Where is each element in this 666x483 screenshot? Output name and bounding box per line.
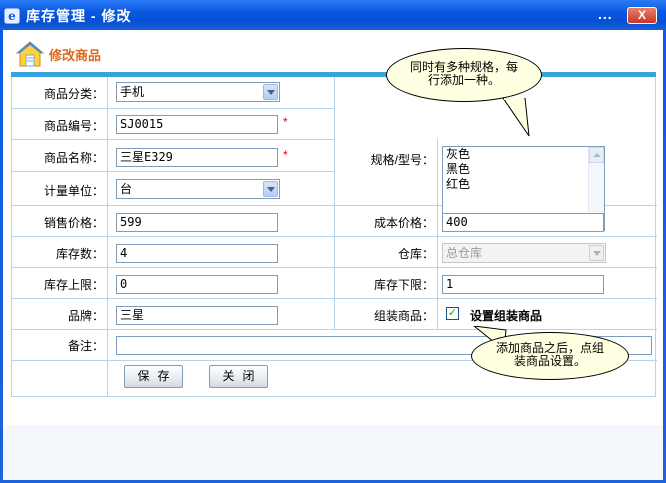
stock-label: 库存数： — [55, 247, 104, 261]
close-button[interactable]: 关闭 — [209, 365, 268, 388]
bundle-checkbox-label[interactable]: 设置组装商品 — [470, 307, 542, 324]
cost-price-label: 成本价格： — [373, 216, 434, 230]
category-select-value: 手机 — [120, 85, 145, 99]
spec-hint-tooltip: 同时有多种规格，每 行添加一种。 — [386, 48, 542, 102]
stock-max-input[interactable]: 0 — [116, 275, 278, 294]
remark-label: 备注： — [67, 339, 104, 353]
bundle-hint-tooltip: 添加商品之后，点组 装商品设置。 — [471, 332, 629, 380]
spec-label: 规格/型号： — [370, 153, 434, 167]
unit-label: 计量单位： — [43, 184, 104, 198]
window: e 库存管理 - 修改 ... X 修改商品 商品分类： 手机 商品编号： SJ… — [0, 0, 666, 483]
name-input[interactable]: 三星E329 — [116, 148, 278, 167]
stock-min-label: 库存下限： — [373, 278, 434, 292]
brand-label: 品牌： — [67, 309, 104, 323]
save-button[interactable]: 保存 — [124, 365, 183, 388]
category-select[interactable]: 手机 — [116, 82, 280, 102]
section-title: 修改商品 — [49, 48, 102, 63]
sale-price-input[interactable]: 599 — [116, 213, 278, 232]
sale-price-label: 销售价格： — [43, 216, 104, 230]
code-label: 商品编号： — [43, 119, 104, 133]
unit-select[interactable]: 台 — [116, 179, 280, 199]
stock-max-label: 库存上限： — [43, 278, 104, 292]
unit-select-value: 台 — [120, 182, 133, 196]
cost-price-input[interactable]: 400 — [442, 213, 604, 232]
required-marker: * — [283, 148, 288, 162]
brand-input[interactable]: 三星 — [116, 306, 278, 325]
stock-min-input[interactable]: 1 — [442, 275, 604, 294]
window-title: 库存管理 - 修改 — [26, 8, 132, 24]
chevron-down-icon[interactable] — [263, 84, 278, 100]
code-input[interactable]: SJ0015 — [116, 115, 278, 134]
chevron-down-icon — [589, 245, 604, 261]
tooltip-line: 行添加一种。 — [427, 73, 500, 87]
tooltip-tail — [502, 98, 530, 137]
stock-input[interactable]: 4 — [116, 244, 278, 263]
close-window-button[interactable]: X — [627, 7, 657, 24]
scroll-up-icon[interactable] — [589, 147, 604, 163]
e-icon: e — [4, 8, 20, 24]
chevron-down-icon[interactable] — [263, 181, 278, 197]
list-item: 灰色 — [446, 147, 471, 161]
title-bar[interactable]: e 库存管理 - 修改 ... X — [0, 0, 666, 30]
tooltip-line: 装商品设置。 — [513, 354, 586, 368]
list-item: 红色 — [446, 177, 471, 191]
dialog-footer-area — [3, 425, 663, 480]
warehouse-label: 仓库： — [397, 247, 434, 261]
window-menu-button[interactable]: ... — [598, 6, 613, 22]
name-label: 商品名称： — [43, 151, 104, 165]
dialog-client-area: 修改商品 商品分类： 手机 商品编号： SJ0015 * 商品名称： 三星E32… — [3, 30, 663, 480]
bundle-checkbox[interactable]: ✓ — [446, 307, 459, 320]
warehouse-select-value: 总仓库 — [446, 246, 483, 260]
bundle-label: 组装商品： — [373, 309, 434, 323]
house-icon — [15, 41, 45, 67]
category-label: 商品分类： — [43, 87, 104, 101]
list-item: 黑色 — [446, 162, 471, 176]
required-marker: * — [283, 115, 288, 129]
warehouse-select: 总仓库 — [442, 243, 606, 263]
